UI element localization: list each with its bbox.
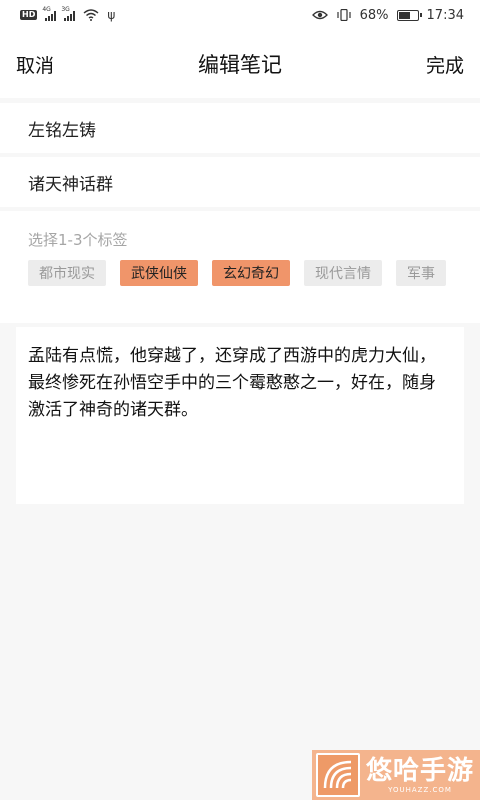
page-title: 编辑笔记 (198, 53, 282, 77)
watermark-text: 悠哈手游 YOUHAZZ.COM (366, 756, 474, 794)
title-field-value: 左铭左铸 (28, 120, 96, 141)
note-content-text: 孟陆有点慌，他穿越了，还穿成了西游中的虎力大仙，最终惨死在孙悟空手中的三个霉憨憨… (28, 346, 436, 420)
watermark-logo-icon (316, 753, 360, 797)
tag-chip[interactable]: 玄幻奇幻 (212, 260, 290, 286)
subtitle-field[interactable]: 诸天神话群 (0, 157, 480, 207)
eye-icon (311, 10, 328, 20)
hd-icon: HD (20, 10, 38, 20)
status-right: 68% 17:34 (311, 7, 464, 23)
subtitle-field-value: 诸天神话群 (28, 174, 113, 195)
header: 取消 编辑笔记 完成 (0, 30, 480, 98)
signal-label: 3G (61, 5, 70, 13)
watermark: 悠哈手游 YOUHAZZ.COM (312, 750, 480, 800)
tags-hint: 选择1-3个标签 (28, 231, 128, 249)
title-field[interactable]: 左铭左铸 (0, 103, 480, 153)
signal-label: 4G (42, 5, 51, 13)
status-bar: HD 4G 3G ψ 68% 17:34 (0, 0, 480, 30)
status-left: HD 4G 3G ψ (20, 6, 116, 22)
vibrate-icon (337, 9, 351, 21)
battery-percent: 68% (359, 7, 389, 23)
battery-icon (396, 9, 422, 21)
signal-icon: 3G (61, 6, 76, 21)
tag-chip[interactable]: 现代言情 (304, 260, 382, 286)
tag-chip[interactable]: 都市现实 (28, 260, 106, 286)
signal-icon: 4G (42, 6, 57, 21)
tags-section: 选择1-3个标签 都市现实 武侠仙侠 玄幻奇幻 现代言情 军事 (0, 211, 480, 323)
tag-list: 都市现实 武侠仙侠 玄幻奇幻 现代言情 军事 (28, 260, 452, 286)
wifi-icon (83, 9, 99, 21)
tag-chip[interactable]: 武侠仙侠 (120, 260, 198, 286)
done-button[interactable]: 完成 (426, 51, 464, 78)
battery-fill (398, 11, 411, 19)
watermark-url: YOUHAZZ.COM (388, 786, 452, 794)
watermark-name: 悠哈手游 (366, 756, 475, 786)
usb-icon: ψ (107, 8, 116, 22)
cancel-button[interactable]: 取消 (16, 51, 54, 78)
note-content-editor[interactable]: 孟陆有点慌，他穿越了，还穿成了西游中的虎力大仙，最终惨死在孙悟空手中的三个霉憨憨… (16, 327, 464, 504)
status-time: 17:34 (426, 7, 464, 23)
tag-chip[interactable]: 军事 (396, 260, 446, 286)
